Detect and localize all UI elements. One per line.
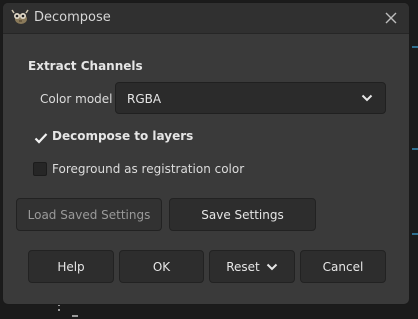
background-guide-line xyxy=(412,46,418,48)
titlebar: Decompose xyxy=(3,3,409,34)
checkbox-box[interactable] xyxy=(33,162,47,176)
background-marks xyxy=(58,304,78,319)
gimp-wilber-icon xyxy=(11,9,29,24)
cancel-button[interactable]: Cancel xyxy=(300,250,386,283)
color-model-value: RGBA xyxy=(127,92,162,106)
section-title-extract-channels: Extract Channels xyxy=(28,59,143,73)
chevron-down-icon xyxy=(266,263,277,270)
close-button[interactable] xyxy=(381,8,401,28)
load-saved-settings-button[interactable]: Load Saved Settings xyxy=(16,198,162,231)
background-guide-line xyxy=(412,233,418,235)
background-guide-line xyxy=(412,148,418,150)
chevron-down-icon xyxy=(361,94,373,102)
foreground-registration-label: Foreground as registration color xyxy=(52,162,245,176)
checkmark-icon xyxy=(34,133,48,144)
reset-button[interactable]: Reset xyxy=(209,250,295,283)
decompose-dialog: Decompose Extract Channels Color model R… xyxy=(2,2,410,305)
help-button[interactable]: Help xyxy=(28,250,114,283)
save-settings-button[interactable]: Save Settings xyxy=(169,198,316,231)
ok-button[interactable]: OK xyxy=(119,250,204,283)
close-icon xyxy=(385,12,397,24)
checkbox-box[interactable] xyxy=(33,129,48,144)
window-title: Decompose xyxy=(34,10,111,25)
reset-button-label: Reset xyxy=(226,259,260,274)
color-model-dropdown[interactable]: RGBA xyxy=(115,82,386,114)
decompose-to-layers-label: Decompose to layers xyxy=(52,129,194,143)
color-model-label: Color model xyxy=(40,92,113,106)
